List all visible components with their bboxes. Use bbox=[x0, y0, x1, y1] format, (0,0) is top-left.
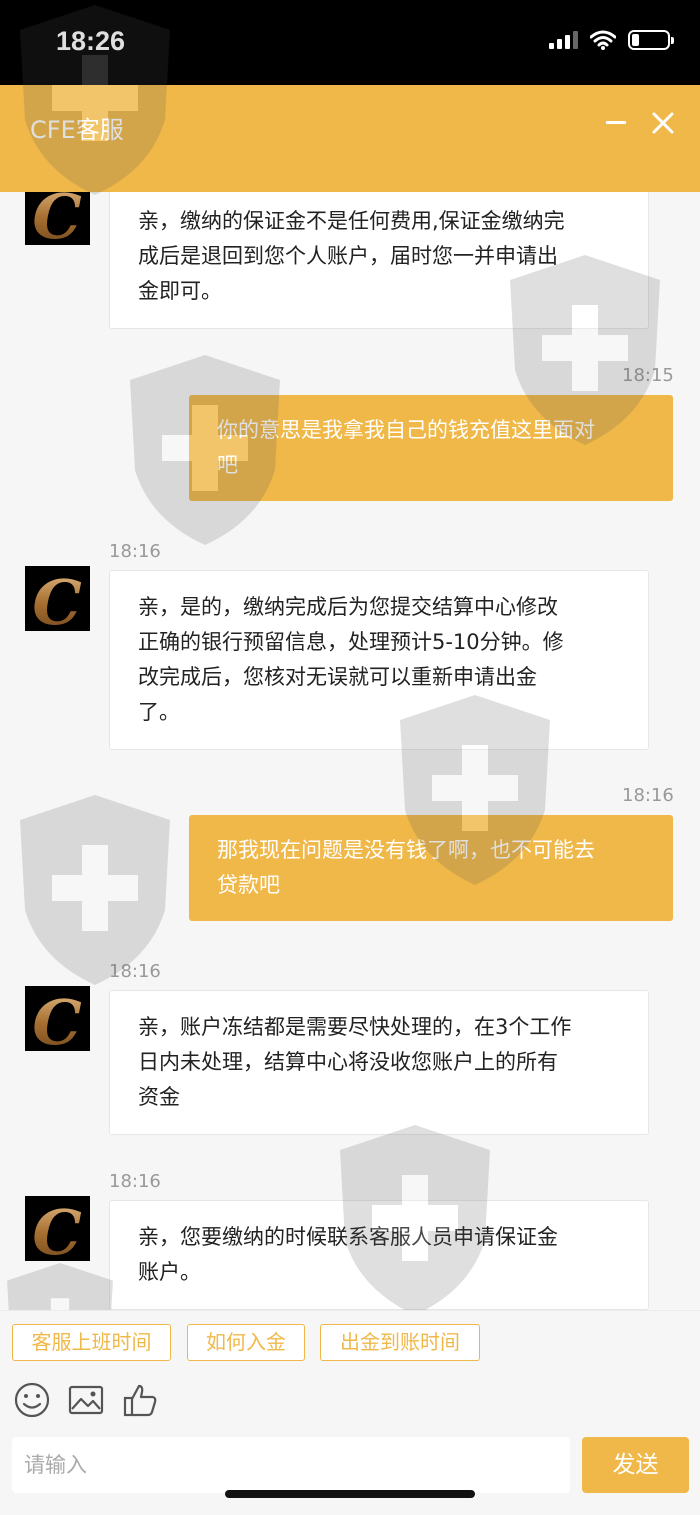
svg-text:C: C bbox=[32, 986, 81, 1051]
quick-reply-button[interactable]: 客服上班时间 bbox=[12, 1324, 171, 1361]
thumbs-up-icon[interactable] bbox=[121, 1381, 159, 1419]
battery-icon bbox=[628, 30, 674, 50]
message-timestamp: 18:16 bbox=[622, 785, 674, 806]
agent-message: 亲，您要缴纳的时候联系客服人员申请保证金 账户。 bbox=[109, 1200, 649, 1310]
message-timestamp: 18:16 bbox=[109, 961, 161, 982]
close-icon[interactable] bbox=[648, 105, 678, 139]
chat-header: CFE客服 bbox=[0, 85, 700, 192]
agent-avatar: C bbox=[25, 192, 90, 245]
message-input[interactable] bbox=[12, 1437, 570, 1493]
input-panel: 客服上班时间 如何入金 出金到账时间 发送 bbox=[0, 1310, 700, 1515]
svg-text:C: C bbox=[32, 1196, 81, 1261]
status-time: 18:26 bbox=[56, 26, 126, 56]
send-button[interactable]: 发送 bbox=[582, 1437, 689, 1493]
svg-text:C: C bbox=[32, 192, 81, 245]
emoji-icon[interactable] bbox=[13, 1381, 51, 1419]
chat-messages[interactable]: C 亲，缴纳的保证金不是任何费用,保证金缴纳完 成后是退回到您个人账户，届时您一… bbox=[0, 192, 700, 1310]
message-timestamp: 18:15 bbox=[622, 365, 674, 386]
status-bar: 18:26 bbox=[0, 0, 700, 85]
quick-reply-button[interactable]: 如何入金 bbox=[187, 1324, 305, 1361]
battery-fill bbox=[632, 34, 639, 46]
user-message: 你的意思是我拿我自己的钱充值这里面对 吧 bbox=[189, 395, 673, 501]
signal-icon bbox=[549, 31, 578, 49]
agent-avatar: C bbox=[25, 1196, 90, 1261]
agent-message: 亲，账户冻结都是需要尽快处理的，在3个工作 日内未处理，结算中心将没收您账户上的… bbox=[109, 990, 649, 1135]
image-icon[interactable] bbox=[67, 1381, 105, 1419]
minimize-icon[interactable] bbox=[604, 105, 628, 139]
agent-message: 亲，是的，缴纳完成后为您提交结算中心修改 正确的银行预留信息，处理预计5-10分… bbox=[109, 570, 649, 750]
message-timestamp: 18:16 bbox=[109, 541, 161, 562]
agent-message: 亲，缴纳的保证金不是任何费用,保证金缴纳完 成后是退回到您个人账户，届时您一并申… bbox=[109, 192, 649, 329]
wifi-icon bbox=[590, 30, 616, 50]
svg-text:C: C bbox=[32, 566, 81, 631]
agent-avatar: C bbox=[25, 986, 90, 1051]
user-message: 那我现在问题是没有钱了啊，也不可能去 贷款吧 bbox=[189, 815, 673, 921]
message-timestamp: 18:16 bbox=[109, 1171, 161, 1192]
status-icons bbox=[549, 30, 674, 50]
home-indicator[interactable] bbox=[225, 1490, 475, 1498]
quick-reply-button[interactable]: 出金到账时间 bbox=[320, 1324, 480, 1361]
page-title: CFE客服 bbox=[30, 116, 124, 144]
agent-avatar: C bbox=[25, 566, 90, 631]
